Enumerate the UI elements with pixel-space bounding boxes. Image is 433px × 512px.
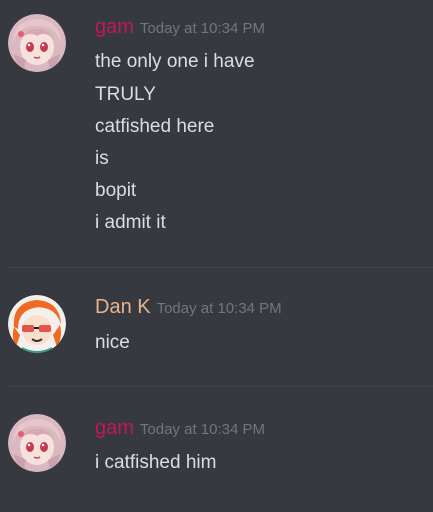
message-timestamp: Today at 10:34 PM xyxy=(156,300,282,317)
anime-girl-pink-hair-avatar-icon xyxy=(8,414,66,472)
message-divider xyxy=(8,386,433,387)
chat-message-list: gam Today at 10:34 PM the only one i have… xyxy=(0,0,433,512)
user-avatar[interactable] xyxy=(8,295,66,353)
user-avatar[interactable] xyxy=(8,14,66,72)
message-header: Dan K Today at 10:34 PM xyxy=(95,296,282,322)
message-timestamp: Today at 10:34 PM xyxy=(139,20,265,37)
message-line: catfished here xyxy=(95,116,215,137)
author-name[interactable]: Dan K xyxy=(95,296,151,318)
author-name[interactable]: gam xyxy=(95,16,134,38)
author-name[interactable]: gam xyxy=(95,417,134,439)
message-line: TRULY xyxy=(95,84,156,105)
anime-girl-pink-hair-avatar-icon xyxy=(8,14,66,72)
message-line: is xyxy=(95,148,109,169)
user-avatar[interactable] xyxy=(8,414,66,472)
message-divider xyxy=(8,267,433,268)
message-header: gam Today at 10:34 PM xyxy=(95,16,265,42)
message-line: bopit xyxy=(95,180,137,201)
message-line: i admit it xyxy=(95,212,166,233)
message-line: the only one i have xyxy=(95,51,255,72)
message-line: i catfished him xyxy=(95,452,217,473)
message-header: gam Today at 10:34 PM xyxy=(95,417,265,443)
orange-hair-sunglasses-avatar-icon xyxy=(8,295,66,353)
message-timestamp: Today at 10:34 PM xyxy=(139,421,265,438)
message-line: nice xyxy=(95,332,130,353)
